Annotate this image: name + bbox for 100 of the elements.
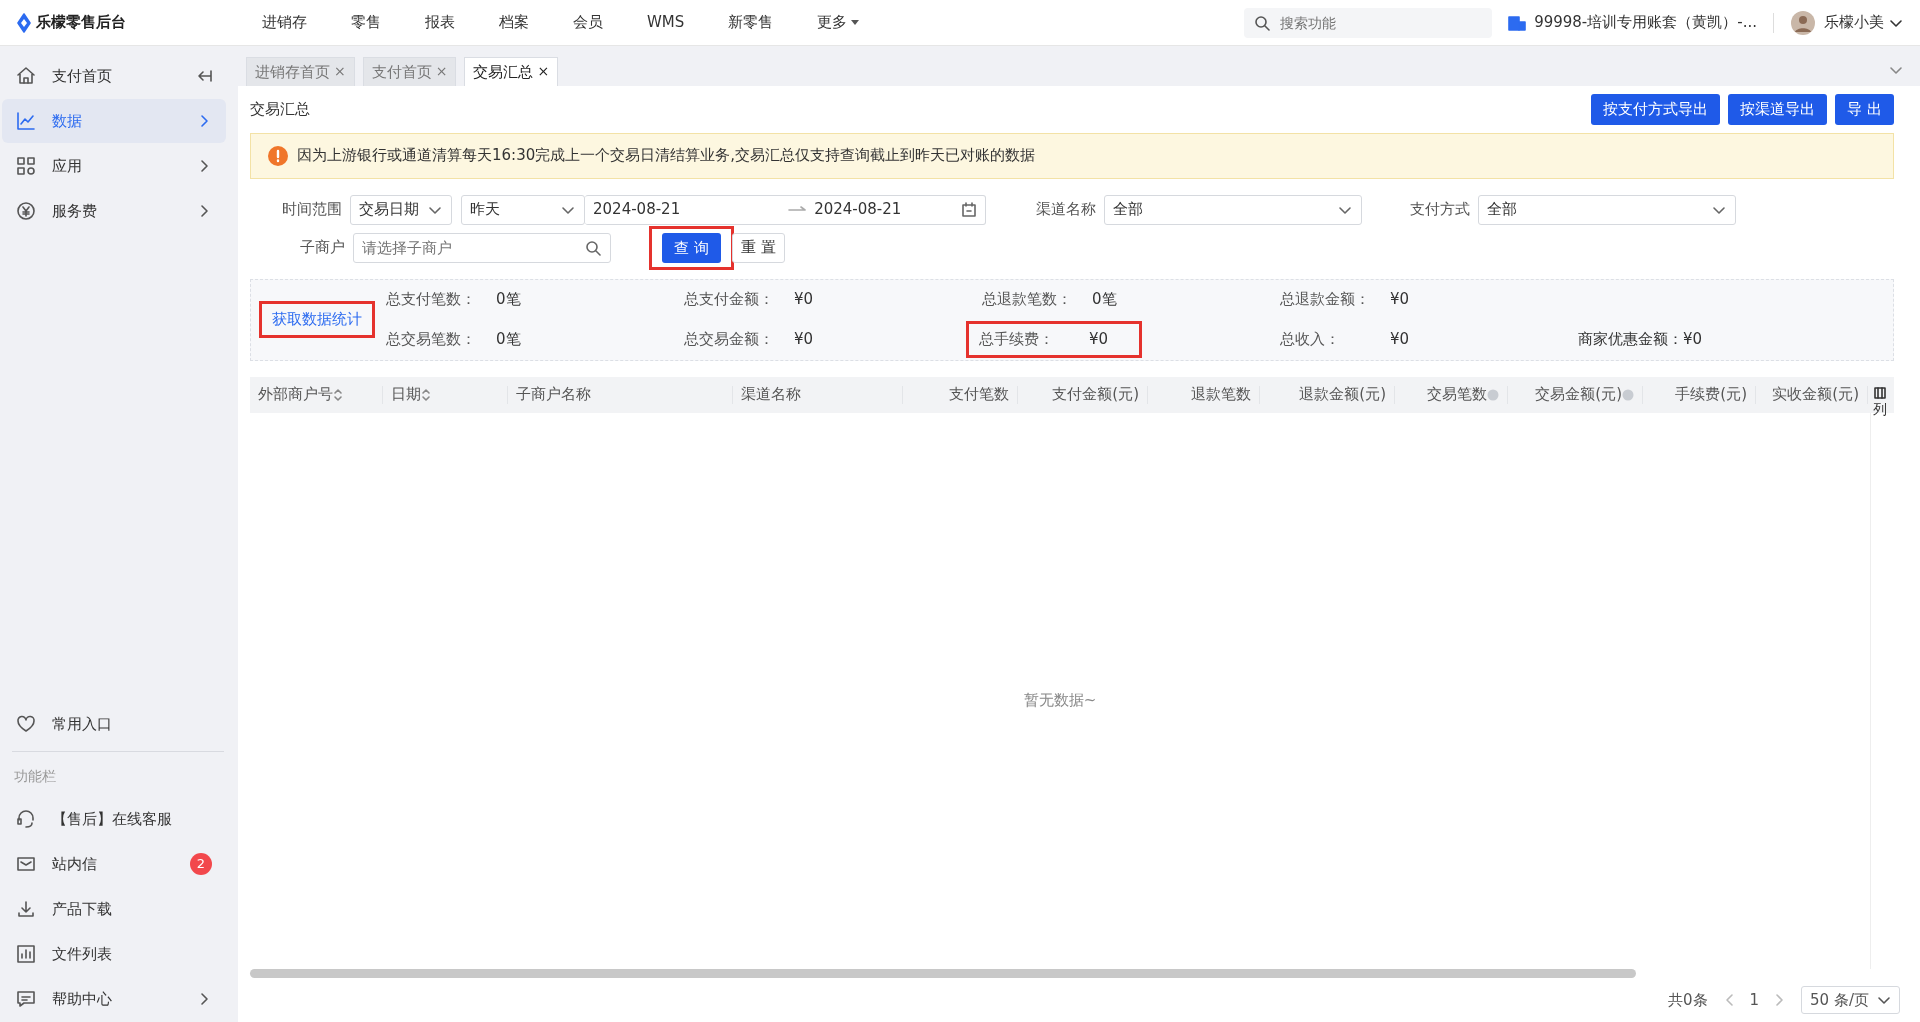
date-type-select[interactable]: 交易日期 bbox=[350, 194, 452, 225]
export-button[interactable]: 按支付方式导出 bbox=[1591, 94, 1721, 125]
stat-label: 总支付笔数： bbox=[386, 289, 477, 311]
notice-text: 因为上游银行或通道清算每天16:30完成上一个交易日清结算业务,交易汇总仅支持查询截止到昨天已对账的数据 bbox=[297, 145, 1035, 167]
app-logo-text: 乐檬零售后台 bbox=[36, 12, 126, 34]
columns-icon bbox=[1873, 387, 1886, 399]
stat-value: ¥0 bbox=[1390, 289, 1411, 311]
reset-button[interactable]: 重 置 bbox=[731, 232, 785, 263]
section-title: 功能栏 bbox=[13, 767, 57, 786]
close-icon[interactable]: × bbox=[435, 61, 448, 83]
page-title: 交易汇总 bbox=[250, 99, 311, 120]
sidebar-item[interactable]: 常用入口 bbox=[2, 702, 226, 746]
stats-link[interactable]: 获取数据统计 bbox=[272, 308, 362, 331]
column-header[interactable]: 外部商户号 bbox=[258, 383, 333, 406]
column-header[interactable]: 日期 bbox=[391, 383, 421, 406]
sidebar-item[interactable]: 服务费 bbox=[2, 189, 226, 233]
menu-item[interactable]: WMS bbox=[625, 11, 707, 34]
merchant-field[interactable]: 请选择子商户 bbox=[353, 232, 611, 263]
stat-value: 0笔 bbox=[496, 289, 522, 311]
page-tab[interactable]: 进销存首页 × bbox=[246, 56, 355, 86]
menu-item[interactable]: 档案 bbox=[477, 11, 551, 34]
stat-label: 商家优惠金额： bbox=[1578, 329, 1683, 351]
headset-icon bbox=[16, 809, 36, 829]
stat-value: 0笔 bbox=[1092, 289, 1118, 311]
column-header: 交易金额(元) bbox=[1535, 384, 1622, 406]
field-label: 子商户 bbox=[300, 237, 345, 259]
user-name[interactable]: 乐檬小美 bbox=[1824, 11, 1884, 34]
stat-value: ¥0 bbox=[1089, 329, 1110, 351]
search-field[interactable]: 搜索功能 bbox=[1244, 7, 1493, 38]
stat-label: 总退款笔数： bbox=[982, 289, 1073, 311]
next-icon bbox=[1775, 992, 1786, 1007]
search-icon bbox=[585, 239, 601, 256]
payment-select[interactable]: 全部 bbox=[1478, 194, 1736, 225]
menu-item[interactable]: 会员 bbox=[551, 11, 625, 34]
line-chart-icon bbox=[16, 111, 36, 131]
sidebar-item[interactable]: 数据 bbox=[2, 99, 226, 143]
column-settings-button[interactable]: 列 bbox=[1868, 387, 1891, 420]
menu-item[interactable]: 报表 bbox=[403, 11, 477, 34]
building-icon bbox=[1508, 14, 1527, 31]
query-button[interactable]: 查 询 bbox=[662, 232, 721, 263]
channel-select[interactable]: 全部 bbox=[1104, 194, 1362, 225]
column-header: 子商户名称 bbox=[516, 384, 591, 406]
page-size-select[interactable]: 50 条/页 bbox=[1801, 985, 1900, 1014]
column-header: 手续费(元) bbox=[1675, 384, 1747, 406]
collapse-icon bbox=[196, 68, 212, 84]
scrollbar[interactable] bbox=[250, 968, 1636, 978]
page-tab[interactable]: 交易汇总 × bbox=[464, 56, 559, 86]
total-count: 共0条 bbox=[1668, 989, 1708, 1011]
empty-message: 暂无数据~ bbox=[1023, 690, 1097, 712]
menu-item[interactable]: 新零售 bbox=[706, 11, 796, 34]
yen-icon bbox=[16, 201, 36, 221]
avatar-icon bbox=[1790, 9, 1816, 36]
column-header: 支付笔数 bbox=[949, 384, 1009, 406]
stat-label: 总支付金额： bbox=[684, 289, 775, 311]
sidebar-item[interactable]: 帮助中心 bbox=[2, 977, 226, 1021]
prev-icon bbox=[1723, 992, 1734, 1007]
column-header: 实收金额(元) bbox=[1772, 384, 1859, 406]
date-range-field[interactable]: 2024-08-21 2024-08-21 bbox=[585, 194, 986, 225]
column-header: 交易笔数 bbox=[1427, 384, 1487, 406]
grid-icon bbox=[16, 156, 36, 176]
menu-item[interactable]: 进销存 bbox=[240, 11, 329, 34]
export-button[interactable]: 导 出 bbox=[1835, 94, 1894, 125]
menu-item[interactable]: 更多 bbox=[795, 11, 882, 34]
menu-item[interactable]: 零售 bbox=[329, 11, 403, 34]
account-name[interactable]: 99998-培训专用账套（黄凯）-... bbox=[1534, 11, 1757, 34]
sidebar-item[interactable]: 文件列表 bbox=[2, 932, 226, 976]
bar-chart-icon bbox=[16, 944, 36, 964]
page-tab[interactable]: 支付首页 × bbox=[362, 56, 457, 86]
close-icon[interactable]: × bbox=[334, 61, 346, 83]
column-header: 退款金额(元) bbox=[1299, 384, 1386, 406]
page-number[interactable]: 1 bbox=[1749, 988, 1760, 1011]
stat-value: ¥0 bbox=[1683, 329, 1704, 351]
field-label: 渠道名称 bbox=[1036, 199, 1096, 221]
download-icon bbox=[16, 899, 36, 919]
period-select[interactable]: 昨天 bbox=[461, 194, 585, 225]
calendar-icon bbox=[961, 201, 977, 218]
stat-label: 总交易金额： bbox=[684, 329, 775, 351]
sidebar-item[interactable]: 站内信 2 bbox=[2, 842, 226, 886]
stat-label: 总手续费： bbox=[979, 329, 1055, 351]
close-icon[interactable]: × bbox=[537, 61, 550, 83]
export-button[interactable]: 按渠道导出 bbox=[1728, 94, 1828, 125]
unread-badge: 2 bbox=[190, 853, 212, 875]
sidebar-item[interactable]: 应用 bbox=[2, 144, 226, 188]
stat-value: 0笔 bbox=[496, 329, 522, 351]
sidebar-item[interactable]: 产品下载 bbox=[2, 887, 226, 931]
stat-label: 总交易笔数： bbox=[386, 329, 477, 351]
field-label: 时间范围 bbox=[282, 199, 342, 221]
stat-label: 总收入： bbox=[1280, 329, 1341, 351]
column-header: 退款笔数 bbox=[1191, 384, 1251, 406]
stat-value: ¥0 bbox=[794, 289, 815, 311]
column-header: 支付金额(元) bbox=[1052, 384, 1139, 406]
column-header: 渠道名称 bbox=[741, 384, 801, 406]
search-icon bbox=[1254, 14, 1271, 31]
sidebar-item[interactable]: 支付首页 bbox=[2, 54, 226, 98]
field-label: 支付方式 bbox=[1410, 199, 1470, 221]
chat-icon bbox=[16, 989, 36, 1009]
heart-icon bbox=[16, 714, 36, 734]
stat-value: ¥0 bbox=[794, 329, 815, 351]
logo-icon bbox=[16, 12, 32, 33]
sidebar-item[interactable]: 【售后】在线客服 bbox=[2, 797, 226, 841]
